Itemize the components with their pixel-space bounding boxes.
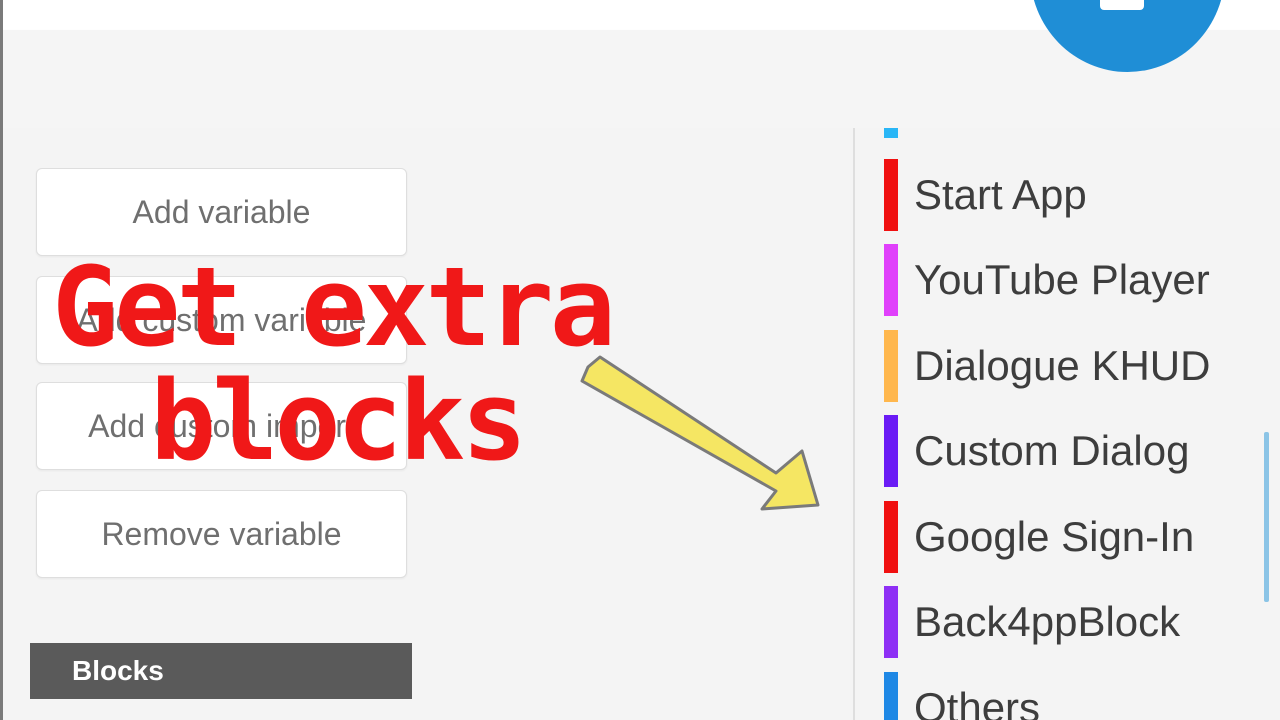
pointer-arrow-icon <box>580 355 820 511</box>
category-item-google-sign-in[interactable]: Google Sign-In <box>855 501 1255 575</box>
category-item-back4ppblock[interactable]: Back4ppBlock <box>855 586 1255 660</box>
blocks-section-header: Blocks <box>30 643 412 699</box>
category-label: Dialogue KHUD <box>914 342 1211 389</box>
category-item-others[interactable]: Others <box>855 672 1255 720</box>
remove-variable-button[interactable]: Remove variable <box>36 490 407 578</box>
category-color-bar <box>884 415 898 487</box>
category-item-start-app[interactable]: Start App <box>855 159 1255 233</box>
category-item-youtube-player[interactable]: YouTube Player <box>855 244 1255 318</box>
category-item-dialogue-khud[interactable]: Dialogue KHUD <box>855 330 1255 404</box>
category-label: Back4ppBlock <box>914 598 1181 645</box>
blocks-header-label: Blocks <box>72 655 164 686</box>
category-label: Google Sign-In <box>914 513 1195 560</box>
category-item-custom-dialog[interactable]: Custom Dialog <box>855 415 1255 489</box>
list-scrollbar[interactable] <box>1264 432 1269 602</box>
category-label: YouTube Player <box>914 256 1210 303</box>
category-color-bar <box>884 586 898 658</box>
overlay-caption-line1: Get extra <box>52 243 616 371</box>
fab-icon <box>1100 0 1144 10</box>
category-color-bar <box>884 672 898 720</box>
category-color-bar <box>884 128 898 138</box>
category-color-bar <box>884 501 898 573</box>
category-color-bar <box>884 244 898 316</box>
overlay-caption-line2: blocks <box>150 357 527 485</box>
category-color-bar <box>884 159 898 231</box>
category-label: Custom Dialog <box>914 427 1190 474</box>
category-item-partial[interactable] <box>855 128 1255 140</box>
block-category-list: Start App YouTube Player Dialogue KHUD C… <box>855 128 1280 720</box>
category-label: Others <box>914 684 1041 720</box>
category-color-bar <box>884 330 898 402</box>
category-label: Start App <box>914 171 1087 218</box>
